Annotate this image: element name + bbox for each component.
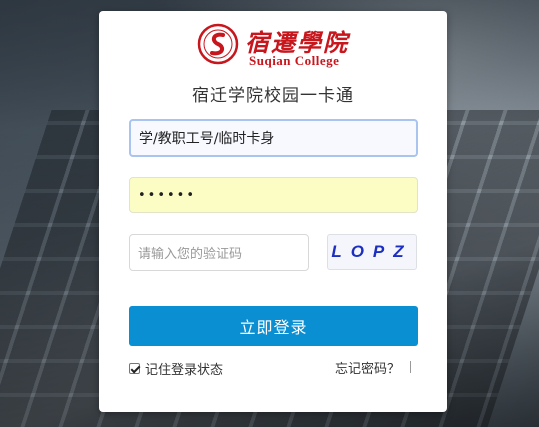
login-button[interactable]: 立即登录 bbox=[129, 306, 418, 346]
logo-english-name: Suqian College bbox=[249, 53, 340, 68]
captcha-image[interactable]: LOPZ bbox=[327, 234, 417, 270]
remember-login[interactable]: 记住登录状态 bbox=[129, 359, 223, 378]
login-card: 宿遷學院 Suqian College 宿迁学院校园一卡通 学/教职工号/临时卡… bbox=[99, 11, 447, 412]
college-seal-icon bbox=[197, 23, 239, 65]
remember-label: 记住登录状态 bbox=[145, 363, 224, 378]
password-input[interactable]: •••••• bbox=[129, 177, 418, 213]
page-title: 宿迁学院校园一卡通 bbox=[192, 86, 354, 106]
divider bbox=[410, 361, 411, 373]
captcha-input[interactable]: 请输入您的验证码 bbox=[129, 234, 309, 271]
remember-checkbox[interactable] bbox=[129, 363, 140, 374]
username-input[interactable]: 学/教职工号/临时卡身 bbox=[129, 119, 418, 157]
college-logo: 宿遷學院 Suqian College bbox=[197, 23, 349, 69]
forgot-password-link[interactable]: 忘记密码？ bbox=[335, 358, 400, 377]
